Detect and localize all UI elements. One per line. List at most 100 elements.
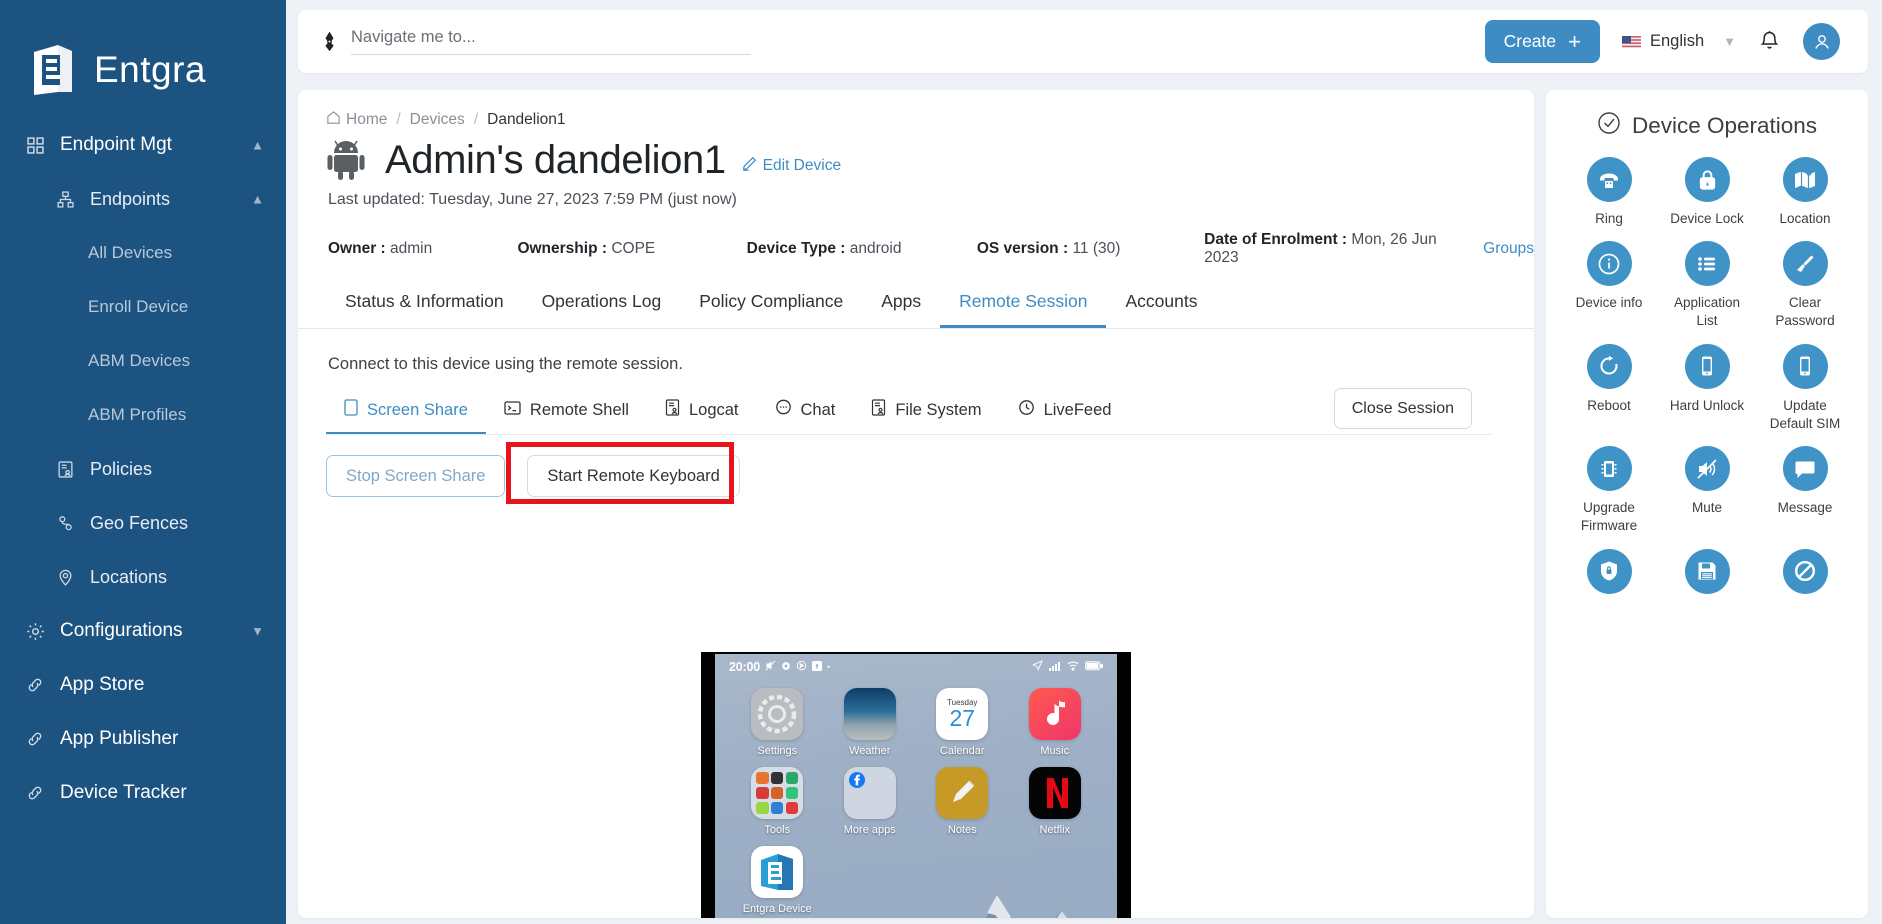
sidebar-item-label: All Devices bbox=[88, 243, 173, 262]
device-operations-grid: Ring Device Lock Location Device info Ap… bbox=[1546, 141, 1868, 602]
device-card: Home / Devices / Dandelion1 Admin's dand… bbox=[298, 90, 1534, 918]
op-clear-password[interactable]: Clear Password bbox=[1756, 241, 1854, 330]
terminal-icon bbox=[504, 400, 521, 421]
breadcrumb-home[interactable]: Home bbox=[326, 110, 387, 130]
sidebar-item-label: Geo Fences bbox=[90, 512, 189, 533]
subtab-remote-shell[interactable]: Remote Shell bbox=[486, 400, 647, 435]
app-label: Tools bbox=[764, 824, 791, 836]
op-device-lock[interactable]: Device Lock bbox=[1658, 157, 1756, 228]
phone-icon bbox=[1684, 343, 1730, 389]
app-icon-music[interactable]: Music bbox=[1009, 688, 1102, 757]
sidebar-item-endpoints[interactable]: Endpoints ▲ bbox=[0, 172, 286, 226]
status-bar-left: 20:00 • bbox=[729, 660, 830, 674]
mute-icon bbox=[1684, 446, 1730, 492]
message-icon bbox=[1782, 446, 1828, 492]
language-selector[interactable]: English ▼ bbox=[1622, 32, 1736, 51]
tab-remote-session[interactable]: Remote Session bbox=[940, 291, 1107, 328]
save-icon bbox=[1684, 548, 1730, 594]
breadcrumb-devices[interactable]: Devices bbox=[410, 111, 465, 129]
location-pin-icon bbox=[52, 569, 78, 586]
groups-link[interactable]: Groups bbox=[1483, 240, 1534, 258]
device-meta: Owner : admin Ownership : COPE Device Ty… bbox=[298, 209, 1534, 267]
op-hard-unlock[interactable]: Hard Unlock bbox=[1658, 343, 1756, 433]
op-update-default-sim[interactable]: Update Default SIM bbox=[1756, 343, 1854, 433]
sidebar-item-app-publisher[interactable]: App Publisher bbox=[0, 712, 286, 766]
notifications-button[interactable] bbox=[1758, 30, 1781, 53]
chevron-up-icon: ▲ bbox=[251, 191, 264, 207]
edit-device-button[interactable]: Edit Device bbox=[742, 156, 841, 176]
op-message[interactable]: Message bbox=[1756, 446, 1854, 535]
map-icon bbox=[1782, 157, 1828, 202]
phone-screen[interactable]: 20:00 • Settings Weather Tuesday 27 Cale… bbox=[715, 654, 1117, 918]
op-save[interactable] bbox=[1658, 548, 1756, 602]
search-input[interactable] bbox=[351, 28, 751, 55]
sidebar-item-policies[interactable]: Policies bbox=[0, 442, 286, 496]
tab-status-information[interactable]: Status & Information bbox=[326, 291, 523, 328]
subtab-label: Logcat bbox=[688, 400, 739, 419]
sidebar-item-all-devices[interactable]: All Devices bbox=[0, 226, 286, 280]
app-icon-entgra-device[interactable]: Entgra Device bbox=[731, 846, 824, 915]
sidebar-item-enroll-device[interactable]: Enroll Device bbox=[0, 280, 286, 334]
sidebar-item-abm-devices[interactable]: ABM Devices bbox=[0, 334, 286, 388]
sidebar-item-app-store[interactable]: App Store bbox=[0, 658, 286, 712]
home-icon bbox=[326, 110, 341, 130]
op-mute[interactable]: Mute bbox=[1658, 446, 1756, 535]
subtab-chat[interactable]: Chat bbox=[757, 399, 854, 435]
tab-operations-log[interactable]: Operations Log bbox=[523, 291, 681, 328]
sidebar-item-label: Enroll Device bbox=[88, 297, 189, 316]
subtab-file-system[interactable]: File System bbox=[853, 399, 999, 435]
app-label: Weather bbox=[849, 745, 891, 757]
subtab-screen-share[interactable]: Screen Share bbox=[326, 399, 486, 435]
sidebar-item-configurations[interactable]: Configurations ▼ bbox=[0, 604, 286, 658]
op-label: Device Lock bbox=[1670, 211, 1744, 226]
subtab-livefeed[interactable]: LiveFeed bbox=[1000, 399, 1130, 435]
location-status-icon bbox=[1032, 660, 1043, 674]
create-button[interactable]: Create + bbox=[1484, 20, 1600, 63]
lock-icon bbox=[1684, 157, 1730, 202]
sidebar-item-geo-fences[interactable]: Geo Fences bbox=[0, 496, 286, 550]
ring-icon bbox=[1586, 157, 1632, 202]
meta-owner: Owner : admin bbox=[328, 240, 517, 258]
op-device-info[interactable]: Device info bbox=[1560, 241, 1658, 330]
op-upgrade-firmware[interactable]: Upgrade Firmware bbox=[1560, 446, 1658, 535]
op-location[interactable]: Location bbox=[1756, 157, 1854, 228]
brand-logo[interactable]: Entgra bbox=[0, 0, 286, 110]
avatar[interactable] bbox=[1803, 23, 1840, 60]
op-ring[interactable]: Ring bbox=[1560, 157, 1658, 228]
brand-name: Entgra bbox=[94, 49, 207, 90]
tab-accounts[interactable]: Accounts bbox=[1106, 291, 1216, 328]
sidebar-item-device-tracker[interactable]: Device Tracker bbox=[0, 766, 286, 820]
app-folder-tools[interactable]: Tools bbox=[731, 767, 824, 836]
tab-policy-compliance[interactable]: Policy Compliance bbox=[680, 291, 862, 328]
navigate-pin-icon bbox=[320, 32, 339, 51]
settings-app-icon bbox=[751, 688, 804, 740]
stop-screen-share-button[interactable]: Stop Screen Share bbox=[326, 455, 506, 497]
close-session-button[interactable]: Close Session bbox=[1333, 388, 1472, 429]
app-icon-weather[interactable]: Weather bbox=[824, 688, 917, 757]
sidebar-item-label: Locations bbox=[90, 566, 168, 587]
app-icon-notes[interactable]: Notes bbox=[916, 767, 1009, 836]
op-application-list[interactable]: Application List bbox=[1658, 241, 1756, 330]
shield-lock-icon bbox=[1586, 548, 1632, 594]
subtab-logcat[interactable]: Logcat bbox=[647, 399, 757, 435]
screen-share-viewport[interactable]: 20:00 • Settings Weather Tuesday 27 Cale… bbox=[298, 652, 1534, 918]
navigate-search[interactable] bbox=[298, 28, 1485, 55]
op-block[interactable] bbox=[1756, 548, 1854, 602]
op-shield-lock[interactable] bbox=[1560, 548, 1658, 602]
app-icon-netflix[interactable]: Netflix bbox=[1009, 767, 1102, 836]
app-icon-settings[interactable]: Settings bbox=[731, 688, 824, 757]
pencil-icon bbox=[742, 156, 757, 176]
sidebar-item-locations[interactable]: Locations bbox=[0, 550, 286, 604]
tab-apps[interactable]: Apps bbox=[862, 291, 940, 328]
op-reboot[interactable]: Reboot bbox=[1560, 343, 1658, 433]
app-folder-more-apps[interactable]: More apps bbox=[824, 767, 917, 836]
grid-icon bbox=[22, 136, 48, 154]
app-icon-calendar[interactable]: Tuesday 27 Calendar bbox=[916, 688, 1009, 757]
sidebar-item-abm-profiles[interactable]: ABM Profiles bbox=[0, 388, 286, 442]
us-flag-icon bbox=[1622, 35, 1641, 48]
app-label: Notes bbox=[947, 824, 977, 836]
op-label: Mute bbox=[1691, 500, 1722, 516]
sidebar-item-endpoint-mgt[interactable]: Endpoint Mgt ▲ bbox=[0, 118, 286, 172]
device-operations-panel: Device Operations Ring Device Lock Locat… bbox=[1546, 90, 1868, 918]
start-remote-keyboard-button[interactable]: Start Remote Keyboard bbox=[527, 455, 740, 497]
